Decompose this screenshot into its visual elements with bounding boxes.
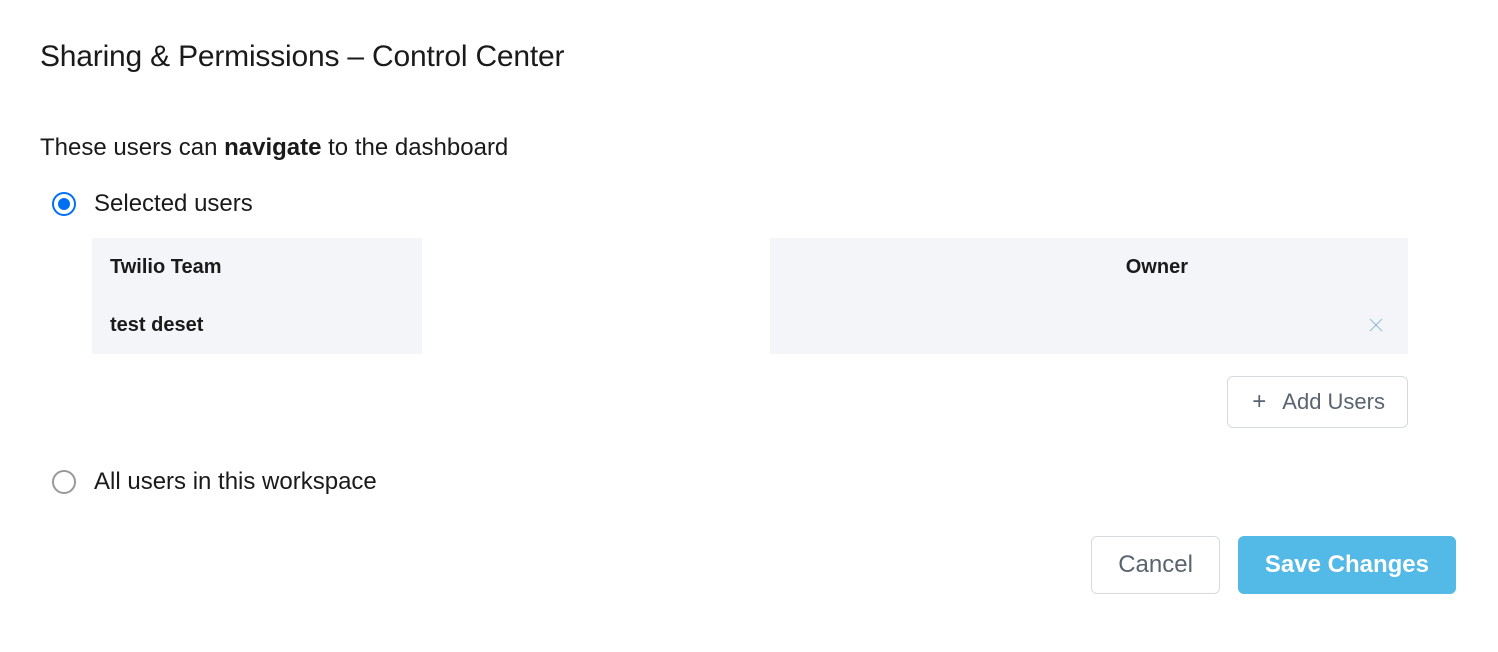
- description-prefix: These users can: [40, 134, 224, 161]
- plus-icon: +: [1250, 390, 1268, 414]
- permissions-description: These users can navigate to the dashboar…: [40, 134, 1458, 162]
- close-icon[interactable]: [1364, 313, 1388, 337]
- add-users-button[interactable]: + Add Users: [1227, 376, 1408, 428]
- cancel-button[interactable]: Cancel: [1091, 536, 1220, 594]
- radio-label-selected-users: Selected users: [94, 190, 253, 218]
- radio-option-all-users[interactable]: All users in this workspace: [40, 468, 1458, 496]
- description-suffix: to the dashboard: [321, 134, 508, 161]
- footer-actions: Cancel Save Changes: [40, 536, 1456, 594]
- radio-label-all-users: All users in this workspace: [94, 468, 377, 496]
- radio-option-selected-users[interactable]: Selected users: [40, 190, 1458, 218]
- user-name-cell: Twilio Team: [92, 238, 422, 296]
- user-mid-cell: [422, 296, 770, 354]
- page-title: Sharing & Permissions – Control Center: [40, 40, 1458, 74]
- users-table: Twilio Team Owner test deset: [92, 238, 1408, 354]
- radio-all-users[interactable]: [52, 470, 76, 494]
- table-row: Twilio Team Owner: [92, 238, 1408, 296]
- description-bold: navigate: [224, 134, 321, 161]
- user-name-cell: test deset: [92, 296, 422, 354]
- user-role-cell: Owner: [770, 238, 1408, 296]
- add-users-row: + Add Users: [40, 376, 1408, 428]
- user-mid-cell: [422, 238, 770, 296]
- user-role-cell: [770, 296, 1408, 354]
- table-row: test deset: [92, 296, 1408, 354]
- add-users-label: Add Users: [1282, 389, 1385, 415]
- save-button[interactable]: Save Changes: [1238, 536, 1456, 594]
- user-role: Owner: [1126, 256, 1388, 279]
- radio-selected-users[interactable]: [52, 192, 76, 216]
